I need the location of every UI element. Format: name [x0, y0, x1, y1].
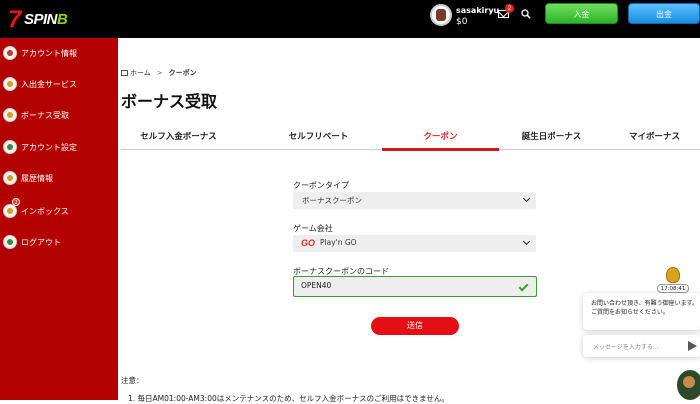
withdraw-button[interactable]: 出金 [628, 3, 700, 24]
tab-bar: セルフ入金ボーナス セルフリベート クーポン 誕生日ボーナス マイボーナス [121, 126, 700, 151]
sidebar-item-inbox[interactable]: 2 インボックス [0, 198, 118, 221]
chat-input[interactable]: メッセージを入力する... [583, 335, 700, 357]
sidebar-item-label: 入出金サービス [21, 79, 77, 89]
game-company-value: Play'n GO [320, 238, 357, 247]
wallet-icon [3, 77, 17, 91]
history-icon [3, 171, 17, 185]
breadcrumb: ホーム > クーポン [121, 68, 197, 78]
chat-message: お問い合わせ頂き、有難う御座います。 ご質問をお知らせください。 [583, 293, 700, 330]
sidebar-item-label: アカウント情報 [21, 48, 77, 58]
mail-badge: 2 [505, 4, 514, 13]
sidebar-item-account-info[interactable]: アカウント情報 [0, 43, 118, 63]
sidebar-item-label: ログアウト [21, 237, 61, 247]
submit-button[interactable]: 送信 [371, 317, 459, 335]
active-tab-underline [382, 148, 499, 151]
deposit-button[interactable]: 入金 [545, 3, 618, 24]
inbox-badge: 2 [12, 198, 20, 206]
sidebar-item-label: インボックス [21, 206, 69, 216]
balance: $0 [456, 17, 468, 27]
breadcrumb-current: クーポン [168, 69, 197, 77]
sidebar-item-history[interactable]: 履歴情報 [0, 168, 118, 188]
sidebar-item-logout[interactable]: ログアウト [0, 232, 118, 252]
coupon-type-label: クーポンタイプ [293, 181, 349, 190]
game-company-select[interactable]: GO Play'n GO [293, 235, 536, 252]
chat-message-line: ご質問をお知らせください。 [591, 309, 669, 316]
search-icon[interactable] [521, 9, 531, 19]
chevron-down-icon [522, 194, 531, 203]
sidebar-item-label: 履歴情報 [21, 173, 53, 183]
coupon-type-value: ボーナスクーポン [302, 196, 362, 205]
chat-launcher-icon[interactable] [677, 370, 700, 400]
user-avatar[interactable] [430, 4, 452, 26]
coupon-type-select[interactable]: ボーナスクーポン [293, 192, 536, 209]
sidebar-item-account-settings[interactable]: アカウント設定 [0, 137, 118, 157]
playngo-logo: GO [301, 238, 316, 248]
chat-message-line: お問い合わせ頂き、有難う御座います。 [591, 300, 698, 307]
sidebar-item-deposit-withdraw[interactable]: 入出金サービス [0, 74, 118, 94]
bonus-icon [3, 108, 17, 122]
chevron-down-icon [522, 237, 531, 246]
notes-title: 注意： [121, 376, 144, 385]
gear-icon [3, 140, 17, 154]
username: sasakiryu [456, 6, 500, 15]
top-bar: 7 SPINB sasakiryu $0 2 入金 出金 [0, 0, 700, 38]
tab-my-bonus[interactable]: マイボーナス [597, 130, 700, 142]
logout-icon [3, 235, 17, 249]
notes-line: 1. 毎日AM01:00-AM3:00はメンテナンスのため、セルフ入金ボーナスの… [128, 394, 449, 403]
logo-text: SPINB [24, 11, 68, 28]
coupon-code-input[interactable]: OPEN40 [293, 276, 537, 297]
breadcrumb-separator: > [156, 69, 163, 77]
game-company-label: ゲーム会社 [293, 224, 333, 233]
account-icon [3, 46, 17, 60]
site-logo[interactable]: 7 SPINB [6, 4, 68, 34]
chat-input-placeholder: メッセージを入力する... [593, 344, 659, 351]
breadcrumb-home[interactable]: ホーム [130, 69, 151, 77]
logo-seven: 7 [8, 6, 22, 33]
sidebar-item-label: アカウント設定 [21, 142, 77, 152]
tab-coupon[interactable]: クーポン [383, 130, 498, 142]
sidebar-item-bonus[interactable]: ボーナス受取 [0, 105, 118, 125]
send-icon[interactable] [688, 341, 697, 351]
tab-self-rebate[interactable]: セルフリベート [261, 130, 376, 142]
tab-birthday-bonus[interactable]: 誕生日ボーナス [494, 130, 609, 142]
sidebar: アカウント情報 入出金サービス ボーナス受取 アカウント設定 履歴情報 2 イン… [0, 38, 118, 400]
tab-self-deposit-bonus[interactable]: セルフ入金ボーナス [121, 130, 236, 142]
page-title: ボーナス受取 [121, 92, 218, 111]
home-icon[interactable] [121, 70, 128, 76]
sidebar-item-label: ボーナス受取 [21, 110, 69, 120]
chat-time: 17:08:41 [657, 284, 689, 293]
